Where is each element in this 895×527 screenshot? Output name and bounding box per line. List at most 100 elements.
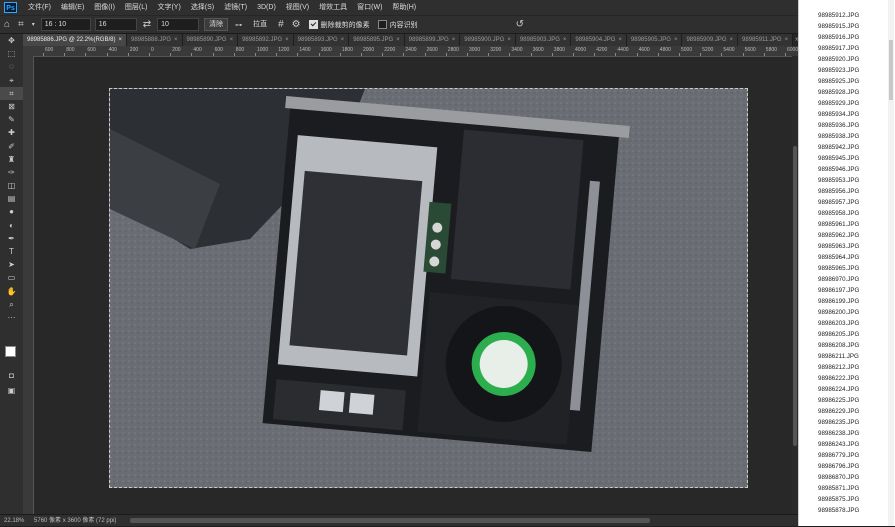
- scrollbar-thumb[interactable]: [793, 146, 797, 446]
- document-image[interactable]: [109, 88, 748, 488]
- canvas-area[interactable]: [34, 57, 798, 514]
- file-list-item[interactable]: 98985920.JPG: [799, 54, 895, 65]
- tab-document[interactable]: 98985900.JPG ×: [460, 34, 516, 46]
- lasso-tool-icon[interactable]: ◌: [0, 60, 23, 73]
- file-list-item[interactable]: 98985945.JPG: [799, 153, 895, 164]
- file-list-item[interactable]: 98985961.JPG: [799, 219, 895, 230]
- file-list-item[interactable]: 98985917.JPG: [799, 43, 895, 54]
- file-list-item[interactable]: 98986238.JPG: [799, 428, 895, 439]
- clear-button[interactable]: 清除: [204, 18, 229, 31]
- file-list-item[interactable]: 98985916.JPG: [799, 32, 895, 43]
- menu-item[interactable]: 3D(D): [252, 0, 281, 15]
- file-list-item[interactable]: 98985875.JPG: [799, 494, 895, 505]
- tab-document[interactable]: 98985905.JPG ×: [626, 34, 683, 46]
- tab-document[interactable]: 98985893.JPG ×: [293, 34, 350, 46]
- file-list-item[interactable]: 98985936.JPG: [799, 120, 895, 131]
- chevron-down-icon[interactable]: ▾: [28, 21, 39, 28]
- menu-item[interactable]: 图层(L): [120, 0, 153, 15]
- tab-document[interactable]: 98985911.JPG ×: [738, 34, 794, 46]
- zoom-level[interactable]: 22.18%: [0, 518, 28, 524]
- menu-item[interactable]: 增效工具: [314, 0, 352, 15]
- screen-mode-icon[interactable]: ▣: [0, 384, 23, 397]
- tab-document[interactable]: 98985888.JPG ×: [127, 34, 183, 46]
- more-tools-icon[interactable]: ···: [0, 311, 23, 324]
- frame-tool-icon[interactable]: ⊠: [0, 100, 23, 113]
- move-tool-icon[interactable]: ✥: [0, 34, 23, 47]
- file-list-item[interactable]: 98986229.JPG: [799, 406, 895, 417]
- file-list-item[interactable]: 98986197.JPG: [799, 285, 895, 296]
- close-icon[interactable]: ×: [785, 37, 789, 43]
- file-list-item[interactable]: 98986203.JPG: [799, 318, 895, 329]
- tab-document[interactable]: 98985904.JPG ×: [571, 34, 627, 46]
- file-list-scrollbar[interactable]: [888, 0, 894, 526]
- delete-cropped-checkbox[interactable]: 删除裁剪的像素: [308, 20, 370, 30]
- zoom-tool-icon[interactable]: ⌕: [0, 298, 23, 311]
- file-list-item[interactable]: 98985963.JPG: [799, 241, 895, 252]
- pen-tool-icon[interactable]: ✒: [0, 232, 23, 245]
- close-icon[interactable]: ×: [452, 37, 456, 43]
- content-aware-checkbox[interactable]: 内容识别: [377, 20, 418, 30]
- height-input[interactable]: 10: [157, 18, 200, 31]
- file-list-item[interactable]: 98985942.JPG: [799, 142, 895, 153]
- menu-item[interactable]: 帮助(H): [387, 0, 421, 15]
- file-list-item[interactable]: 98986225.JPG: [799, 395, 895, 406]
- tab-document[interactable]: 98985903.JPG ×: [515, 34, 572, 46]
- width-input[interactable]: 16: [94, 18, 137, 31]
- grid-overlay-icon[interactable]: #: [274, 19, 288, 30]
- file-list-item[interactable]: 98985934.JPG: [799, 109, 895, 120]
- close-icon[interactable]: ×: [618, 37, 622, 43]
- close-icon[interactable]: ×: [118, 37, 122, 43]
- gear-icon[interactable]: ⚙: [288, 19, 305, 30]
- history-brush-tool-icon[interactable]: ✑: [0, 166, 23, 179]
- menu-item[interactable]: 视图(V): [281, 0, 314, 15]
- menu-item[interactable]: 滤镜(T): [219, 0, 252, 15]
- crop-tool-icon[interactable]: ⌗: [0, 86, 23, 100]
- file-list-item[interactable]: 98986211.JPG: [799, 351, 895, 362]
- crop-tool-icon[interactable]: ⌗: [14, 19, 28, 30]
- file-list-item[interactable]: 98986199.JPG: [799, 296, 895, 307]
- close-icon[interactable]: ×: [730, 37, 734, 43]
- close-icon[interactable]: ×: [230, 37, 234, 43]
- quick-select-tool-icon[interactable]: ⌖: [0, 74, 23, 87]
- file-list-scrollbar-thumb[interactable]: [889, 40, 893, 100]
- checkbox-checked[interactable]: [308, 20, 318, 29]
- file-list-item[interactable]: 98985957.JPG: [799, 197, 895, 208]
- menu-item[interactable]: 文件(F): [23, 0, 56, 15]
- file-list-item[interactable]: 98985946.JPG: [799, 164, 895, 175]
- dodge-tool-icon[interactable]: ◐: [0, 219, 23, 232]
- tab-active-document[interactable]: 98985886.JPG @ 22.2%(RGB/8) ×: [23, 34, 127, 46]
- tab-document[interactable]: 98985892.JPG ×: [238, 34, 294, 46]
- close-icon[interactable]: ×: [674, 37, 678, 43]
- file-list-item[interactable]: 98986212.JPG: [799, 362, 895, 373]
- blur-tool-icon[interactable]: ●: [0, 205, 23, 218]
- file-list-item[interactable]: 98985912.JPG: [799, 10, 895, 21]
- type-tool-icon[interactable]: T: [0, 245, 23, 258]
- rectangle-tool-icon[interactable]: ▭: [0, 271, 23, 284]
- file-list-item[interactable]: 98986970.JPG: [799, 274, 895, 285]
- marquee-tool-icon[interactable]: ⬚: [0, 47, 23, 60]
- menu-item[interactable]: 窗口(W): [352, 0, 387, 15]
- close-icon[interactable]: ×: [507, 37, 511, 43]
- file-list-item[interactable]: 98986222.JPG: [799, 373, 895, 384]
- healing-brush-tool-icon[interactable]: ✚: [0, 126, 23, 139]
- file-list-item[interactable]: 98986208.JPG: [799, 340, 895, 351]
- menu-item[interactable]: 编辑(E): [56, 0, 89, 15]
- straighten-button[interactable]: 拉直: [249, 19, 271, 30]
- close-icon[interactable]: ×: [396, 37, 400, 43]
- brush-tool-icon[interactable]: ✐: [0, 140, 23, 153]
- file-list-item[interactable]: 98986243.JPG: [799, 439, 895, 450]
- file-list-item[interactable]: 98986200.JPG: [799, 307, 895, 318]
- checkbox-unchecked[interactable]: [377, 20, 387, 29]
- hand-tool-icon[interactable]: ✋: [0, 285, 23, 298]
- reset-icon[interactable]: ↺: [512, 19, 528, 30]
- file-list-item[interactable]: 98985938.JPG: [799, 131, 895, 142]
- straighten-icon[interactable]: ⊶: [231, 21, 246, 29]
- close-icon[interactable]: ×: [174, 37, 178, 43]
- close-icon[interactable]: ×: [285, 37, 289, 43]
- tab-document[interactable]: 98985895.JPG ×: [349, 34, 405, 46]
- file-list-item[interactable]: 98986235.JPG: [799, 417, 895, 428]
- menu-item[interactable]: 文字(Y): [152, 0, 185, 15]
- canvas-horizontal-scrollbar[interactable]: [130, 518, 650, 523]
- path-select-tool-icon[interactable]: ➤: [0, 258, 23, 271]
- file-list-item[interactable]: 98985928.JPG: [799, 87, 895, 98]
